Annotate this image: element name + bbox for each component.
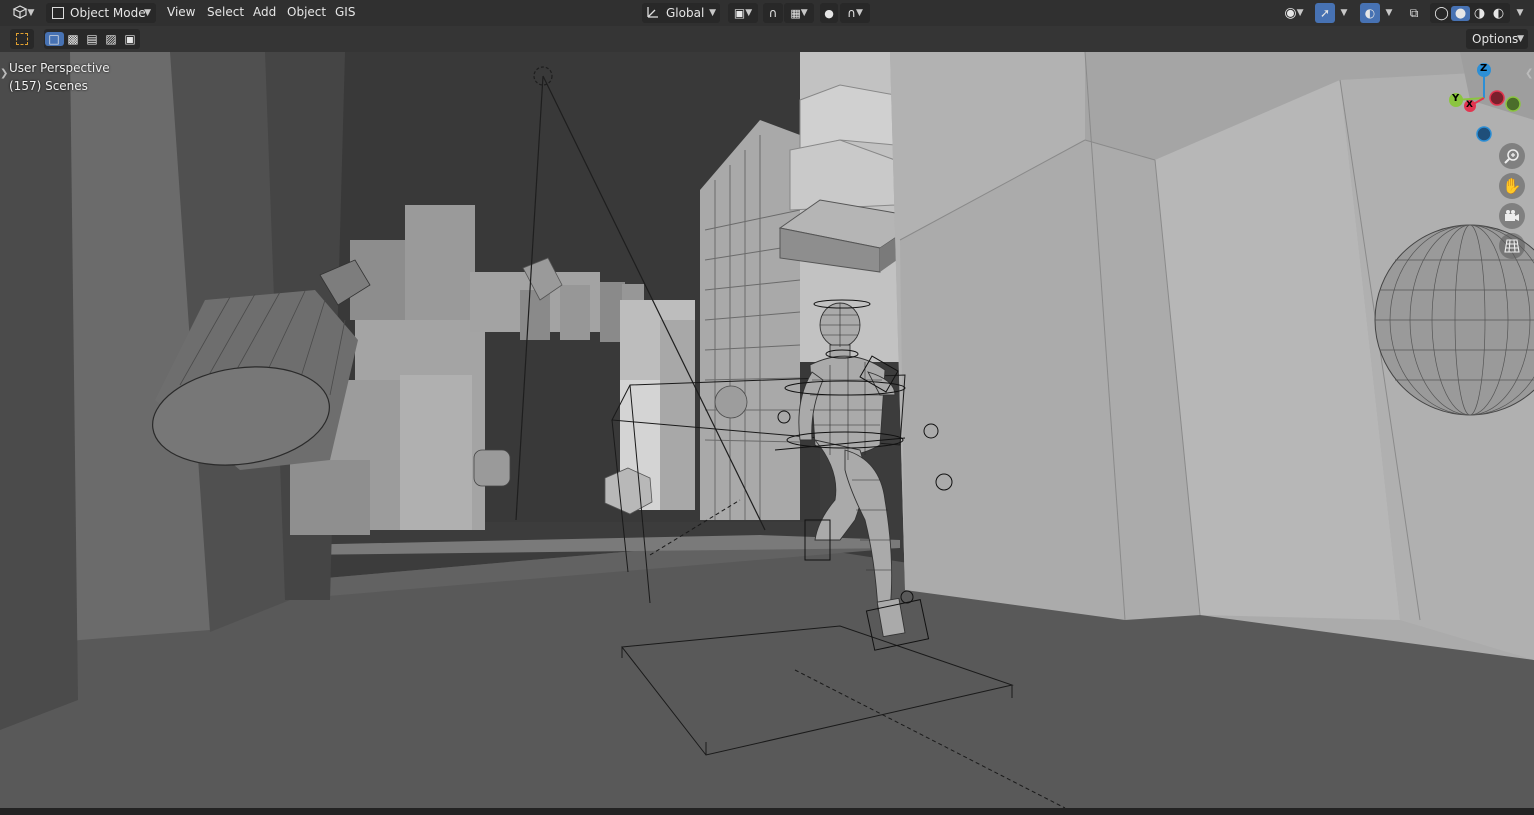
mode-selector[interactable]: Object Mode ▼	[46, 3, 156, 23]
collection-label: (157) Scenes	[9, 79, 88, 93]
select-box-icon	[16, 33, 28, 45]
xray-icon: ⧉	[1409, 5, 1419, 20]
menu-gis[interactable]: GIS	[335, 5, 355, 19]
chevron-down-icon: ▼	[1517, 34, 1524, 44]
solid-shading-icon[interactable]: ●	[1451, 5, 1470, 21]
ortho-toggle-button[interactable]	[1499, 233, 1525, 259]
gizmo-z-label: Z	[1480, 63, 1488, 74]
magnet-icon: ∩	[768, 6, 778, 20]
snap-toggle[interactable]: ∩	[763, 3, 783, 23]
select-subtract-icon[interactable]: ▤	[83, 32, 102, 46]
proportional-edit-icon: ●	[824, 6, 834, 20]
viewport-header: ▼ Object Mode ▼ View Select Add Object G…	[0, 0, 1534, 26]
toolbar-toggle-icon[interactable]: ❯	[0, 68, 8, 79]
grid-ortho-icon	[1504, 239, 1520, 253]
gizmo-x-label: X	[1466, 100, 1473, 110]
xray-toggle[interactable]: ⧉	[1404, 3, 1424, 23]
gizmo-toggle[interactable]: ➚	[1315, 3, 1335, 23]
chevron-down-icon: ▼	[800, 8, 808, 18]
chevron-down-icon: ▼	[1385, 8, 1393, 18]
overlays-toggle[interactable]: ◐	[1360, 3, 1380, 23]
snap-increment-icon: ▦	[790, 6, 801, 20]
menu-add[interactable]: Add	[253, 5, 276, 19]
chevron-down-icon: ▼	[1340, 8, 1348, 18]
selection-mode-group: □ ▩ ▤ ▨ ▣	[44, 29, 140, 49]
sidebar-toggle-icon[interactable]: ❮	[1525, 68, 1533, 79]
orientation-selector[interactable]: Global ▼	[642, 3, 720, 23]
zoom-button[interactable]	[1499, 143, 1525, 169]
chevron-down-icon: ▼	[745, 8, 753, 18]
select-new-icon[interactable]: □	[44, 32, 64, 46]
chevron-down-icon: ▼	[709, 8, 716, 18]
chevron-down-icon: ▼	[855, 8, 863, 18]
zoom-icon	[1504, 149, 1519, 164]
select-intersect-icon[interactable]: ▣	[121, 32, 140, 46]
3d-viewport[interactable]	[0, 0, 1534, 815]
overlays-dropdown[interactable]: ▼	[1381, 3, 1397, 23]
shading-modes: ◯ ● ◑ ◐	[1430, 3, 1510, 23]
mode-label: Object Mode	[70, 6, 146, 20]
camera-icon	[1505, 210, 1519, 221]
pivot-point-button[interactable]: ▣ ▼	[728, 3, 758, 23]
menu-select[interactable]: Select	[207, 5, 244, 19]
camera-view-button[interactable]	[1499, 203, 1525, 229]
pan-button[interactable]: ✋	[1499, 173, 1525, 199]
menu-object[interactable]: Object	[287, 5, 326, 19]
navigation-gizmo[interactable]: Z Y X	[1440, 58, 1530, 148]
options-dropdown[interactable]: Options ▼	[1466, 29, 1528, 49]
chevron-down-icon: ▼	[1516, 8, 1524, 18]
viewport-editor-icon	[12, 4, 28, 22]
gizmo-dropdown[interactable]: ▼	[1336, 3, 1352, 23]
select-tool-button[interactable]	[10, 29, 34, 49]
gizmo-y-label: Y	[1452, 93, 1460, 104]
eye-icon: ◉	[1284, 5, 1297, 21]
orientation-label: Global	[666, 6, 705, 20]
material-shading-icon[interactable]: ◑	[1470, 6, 1489, 21]
bottom-border	[0, 808, 1534, 815]
snap-target-button[interactable]: ▦ ▼	[784, 3, 814, 23]
transform-orientation-icon	[646, 5, 660, 22]
select-invert-icon[interactable]: ▨	[102, 32, 121, 46]
chevron-down-icon: ▼	[27, 8, 35, 18]
chevron-down-icon: ▼	[144, 8, 151, 18]
pivot-icon: ▣	[733, 6, 746, 20]
options-label: Options	[1472, 32, 1519, 46]
view-name-label: User Perspective	[9, 61, 110, 75]
falloff-curve-icon: ∩	[847, 6, 856, 20]
overlays-icon: ◐	[1364, 6, 1376, 20]
shading-dropdown[interactable]: ▼	[1512, 3, 1528, 23]
tool-header: □ ▩ ▤ ▨ ▣ Options ▼	[0, 26, 1534, 52]
object-mode-icon	[52, 7, 64, 19]
editor-type-selector[interactable]: ▼	[6, 3, 40, 23]
gizmo-icon: ➚	[1319, 6, 1331, 20]
proportional-edit-toggle[interactable]: ●	[820, 3, 838, 23]
visibility-button[interactable]: ◉ ▼	[1278, 3, 1310, 23]
falloff-button[interactable]: ∩ ▼	[840, 3, 870, 23]
rendered-shading-icon[interactable]: ◐	[1489, 6, 1508, 21]
wireframe-shading-icon[interactable]: ◯	[1432, 6, 1451, 21]
chevron-down-icon: ▼	[1296, 8, 1304, 18]
menu-view[interactable]: View	[167, 5, 195, 19]
select-extend-icon[interactable]: ▩	[64, 32, 83, 46]
hand-pan-icon: ✋	[1502, 177, 1522, 195]
